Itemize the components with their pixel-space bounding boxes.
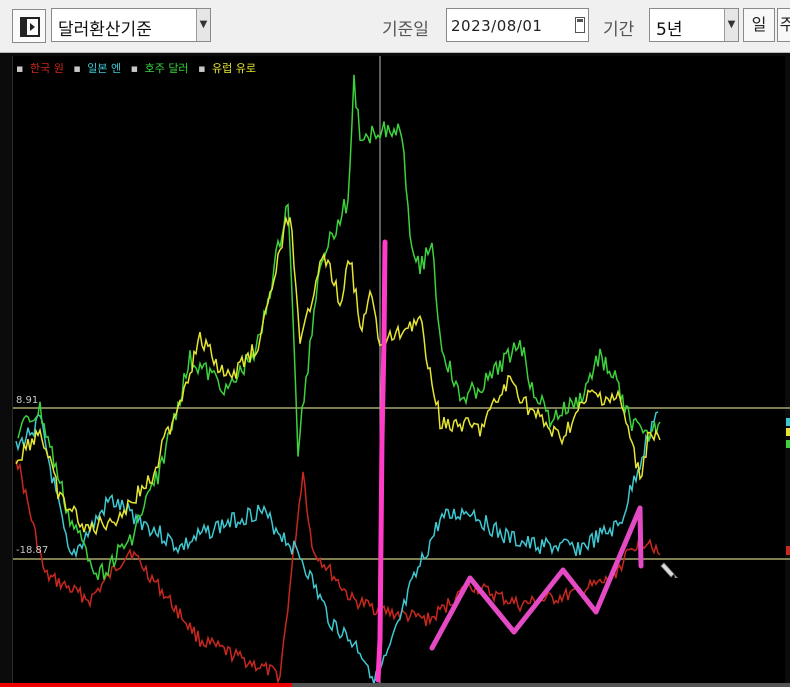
- legend-label-jpy: 일본 엔: [87, 62, 122, 75]
- right-edge-marker-cyan: [786, 418, 790, 426]
- chart-legend: ▪ 한국 원 ▪ 일본 엔 ▪ 호주 달러 ▪ 유럽 유로: [16, 60, 262, 76]
- series-layer: [15, 74, 661, 685]
- pen-cursor-icon: [660, 562, 678, 578]
- legend-label-eur: 유럽 유로: [212, 62, 256, 75]
- video-progress-bar[interactable]: [0, 683, 790, 687]
- right-edge-marker-green: [786, 440, 790, 448]
- series-line-eur: [15, 215, 661, 536]
- right-edge-marker-yellow: [786, 428, 790, 436]
- right-edge-marker-red: [786, 546, 790, 555]
- series-line-jpy: [15, 411, 659, 685]
- legend-item-eur: ▪ 유럽 유로: [198, 62, 256, 75]
- series-line-aud: [17, 74, 661, 581]
- legend-item-jpy: ▪ 일본 엔: [73, 62, 122, 75]
- legend-label-krw: 한국 원: [29, 62, 64, 75]
- video-progress-fill: [0, 683, 293, 687]
- legend-item-aud: ▪ 호주 달러: [130, 62, 189, 75]
- highlight-stroke-vertical: [375, 239, 388, 683]
- legend-item-krw: ▪ 한국 원: [16, 62, 64, 75]
- fx-line-chart: [13, 56, 790, 687]
- upper-reference-value: 8.91: [16, 395, 39, 406]
- legend-label-aud: 호주 달러: [144, 62, 189, 75]
- lower-reference-value: -18.87: [16, 545, 49, 556]
